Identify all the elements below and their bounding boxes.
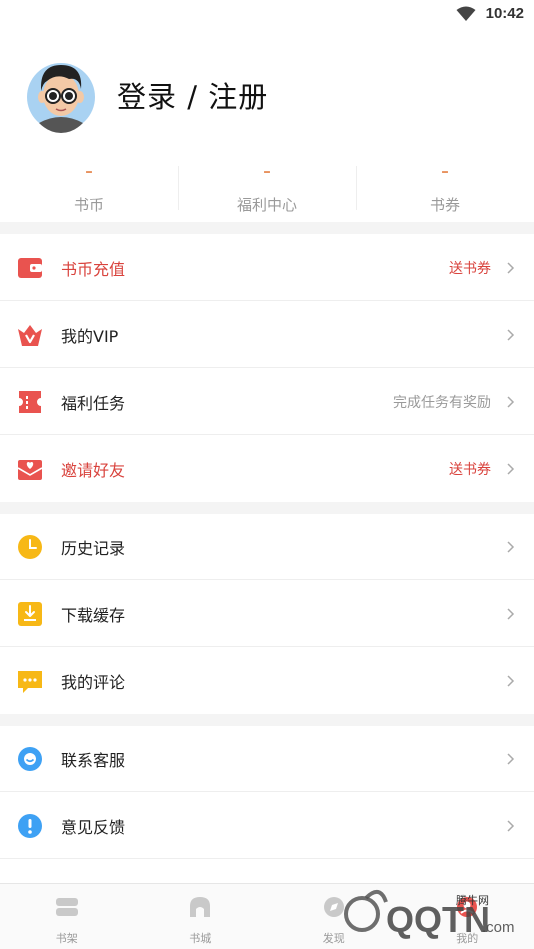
wallet-icon — [18, 258, 42, 278]
stat-label: 书券 — [429, 196, 460, 214]
chevron-right-icon — [507, 819, 515, 832]
menu-item-download-cache[interactable]: 下载缓存 — [0, 580, 534, 647]
menu-item-my-comments[interactable]: 我的评论 — [0, 647, 534, 714]
chevron-right-icon — [507, 752, 515, 765]
stat-book-vouchers[interactable]: – 书券 — [356, 160, 534, 222]
menu-item-history[interactable]: 历史记录 — [0, 513, 534, 580]
menu-badge: 送书券 — [449, 461, 491, 478]
comment-icon — [18, 671, 42, 693]
menu-label: 我的评论 — [61, 672, 126, 692]
stat-book-coins[interactable]: – 书币 — [0, 160, 178, 222]
wifi-icon — [456, 6, 476, 21]
stat-value: – — [263, 162, 271, 180]
menu-hint: 完成任务有奖励 — [393, 394, 491, 411]
chevron-right-icon — [507, 540, 515, 553]
menu-label: 下载缓存 — [61, 605, 126, 625]
menu-label: 邀请好友 — [61, 460, 126, 480]
menu-label: 意见反馈 — [61, 817, 126, 837]
section-gap — [0, 222, 534, 234]
qqtn-watermark-logo: QQTN .com 腾牛网 — [344, 890, 515, 940]
menu-label: 历史记录 — [61, 538, 126, 558]
bookshelf-icon — [55, 898, 78, 916]
feedback-icon — [18, 814, 42, 838]
menu-label: 我的VIP — [61, 326, 119, 346]
menu-label: 联系客服 — [61, 750, 126, 770]
login-register-link[interactable]: 登录 / 注册 — [117, 74, 268, 116]
menu-item-recharge[interactable]: 书币充值 送书券 — [0, 234, 534, 301]
chevron-right-icon — [507, 328, 515, 341]
bookstore-icon — [190, 897, 211, 917]
svg-text:.com: .com — [482, 919, 515, 936]
status-bar: 10:42 — [0, 0, 534, 30]
menu-item-welfare-tasks[interactable]: 福利任务 完成任务有奖励 — [0, 368, 534, 435]
stat-label: 书币 — [73, 196, 104, 214]
chevron-right-icon — [507, 674, 515, 687]
account-stats: – 书币 – 福利中心 – 书券 — [0, 160, 534, 222]
menu-item-feedback[interactable]: 意见反馈 — [0, 792, 534, 859]
vip-crown-icon — [18, 325, 42, 346]
stat-welfare-center[interactable]: – 福利中心 — [178, 160, 356, 222]
customer-service-icon — [18, 747, 42, 771]
menu-item-customer-service[interactable]: 联系客服 — [0, 725, 534, 792]
tab-bookstore[interactable]: 书城 — [134, 884, 268, 949]
chevron-right-icon — [507, 395, 515, 408]
envelope-heart-icon — [17, 460, 43, 480]
tab-label: 书城 — [189, 932, 212, 945]
stat-value: – — [85, 162, 93, 180]
tab-bookshelf[interactable]: 书架 — [0, 884, 134, 949]
menu-item-vip[interactable]: 我的VIP — [0, 301, 534, 368]
menu-item-invite-friends[interactable]: 邀请好友 送书券 — [0, 435, 534, 502]
stat-label: 福利中心 — [236, 196, 297, 214]
avatar-icon[interactable] — [25, 57, 97, 133]
status-time: 10:42 — [485, 5, 524, 22]
menu-badge: 送书券 — [449, 260, 491, 277]
chevron-right-icon — [507, 462, 515, 475]
profile-header[interactable]: 登录 / 注册 — [25, 56, 268, 134]
chevron-right-icon — [507, 261, 515, 274]
ticket-icon — [19, 391, 41, 413]
divider — [0, 858, 534, 859]
menu-label: 福利任务 — [61, 393, 126, 413]
svg-text:腾牛网: 腾牛网 — [456, 893, 489, 907]
stat-value: – — [441, 162, 449, 180]
clock-icon — [18, 535, 42, 559]
download-icon — [18, 602, 42, 626]
chevron-right-icon — [507, 607, 515, 620]
tab-label: 书架 — [55, 932, 78, 945]
menu-label: 书币充值 — [61, 259, 126, 279]
